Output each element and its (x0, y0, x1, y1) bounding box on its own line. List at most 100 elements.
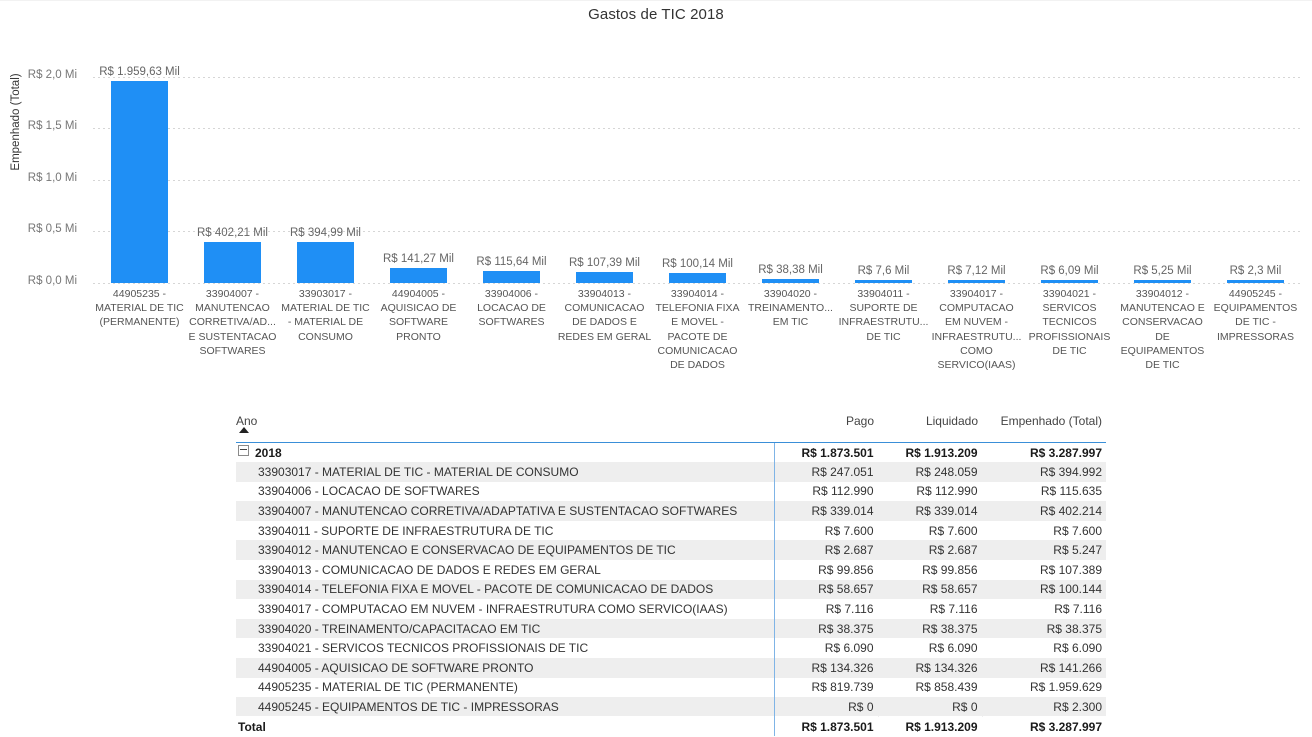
chart-bar[interactable] (576, 272, 634, 283)
table-row[interactable]: 33904021 - SERVICOS TECNICOS PROFISSIONA… (236, 638, 1106, 658)
data-table: Ano Pago Liquidado Empenhado (Total) 201… (236, 410, 1106, 736)
bar-slot: R$ 5,25 Mil (1134, 56, 1192, 283)
table-row-label: 44905235 - MATERIAL DE TIC (PERMANENTE) (236, 678, 774, 698)
x-axis-category-line: COMUNICACAO (645, 344, 750, 358)
table-row[interactable]: 33903017 - MATERIAL DE TIC - MATERIAL DE… (236, 462, 1106, 482)
column-header-liquidado[interactable]: Liquidado (878, 410, 982, 443)
chart-bar[interactable] (390, 268, 448, 283)
table-row[interactable]: 44905235 - MATERIAL DE TIC (PERMANENTE) R… (236, 678, 1106, 698)
chart-bar[interactable] (297, 242, 355, 283)
y-axis-tick-label: R$ 0,0 Mi (7, 275, 77, 287)
x-axis-category-line: DE TIC (1110, 358, 1215, 372)
table-row-empenhado: R$ 115.635 (982, 482, 1106, 502)
bar-value-label: R$ 107,39 Mil (558, 257, 652, 269)
table-row-label: 33904020 - TREINAMENTO/CAPACITACAO EM TI… (236, 619, 774, 639)
table-group-label: 2018 (255, 446, 282, 460)
bar-slot: R$ 38,38 Mil (762, 56, 820, 283)
table-row-label: 33904014 - TELEFONIA FIXA E MOVEL - PACO… (236, 580, 774, 600)
chart-bar[interactable] (762, 279, 820, 283)
chart-bar[interactable] (111, 81, 169, 283)
table-row-empenhado: R$ 6.090 (982, 638, 1106, 658)
table-group-pago: R$ 1.873.501 (774, 443, 878, 463)
column-header-ano[interactable]: Ano (236, 410, 774, 443)
matrix-table-visual[interactable]: Ano Pago Liquidado Empenhado (Total) 201… (236, 410, 1094, 735)
table-group-liquidado: R$ 1.913.209 (878, 443, 982, 463)
chart-title: Gastos de TIC 2018 (0, 6, 1312, 23)
table-row-liquidado: R$ 7.116 (878, 599, 982, 619)
x-axis-category-line: COMO (924, 344, 1029, 358)
x-axis-category-line: MATERIAL DE TIC (273, 301, 378, 315)
x-axis-category-line: REDES EM GERAL (552, 330, 657, 344)
x-axis-category-line: DE TIC - (1203, 315, 1308, 329)
x-axis-category-line: TELEFONIA FIXA (645, 301, 750, 315)
x-axis-category-line: SOFTWARE (366, 315, 471, 329)
table-row[interactable]: 33904012 - MANUTENCAO E CONSERVACAO DE E… (236, 540, 1106, 560)
x-axis-category-line: EQUIPAMENTOS (1110, 344, 1215, 358)
table-row[interactable]: 44905245 - EQUIPAMENTOS DE TIC - IMPRESS… (236, 697, 1106, 717)
bar-value-label: R$ 7,6 Mil (837, 265, 931, 277)
bar-value-label: R$ 7,12 Mil (930, 265, 1024, 277)
chart-bar[interactable] (1041, 280, 1099, 283)
collapse-icon[interactable] (238, 445, 249, 456)
bar-slot: R$ 107,39 Mil (576, 56, 634, 283)
x-axis-category-line: INFRAESTRUTU... (924, 330, 1029, 344)
x-axis-category-label: 33904006 -LOCACAO DESOFTWARES (459, 287, 564, 330)
x-axis-category-line: SERVICO(IAAS) (924, 358, 1029, 372)
chart-bar[interactable] (948, 280, 1006, 283)
table-row-empenhado: R$ 107.389 (982, 560, 1106, 580)
table-row[interactable]: 33904006 - LOCACAO DE SOFTWARESR$ 112.99… (236, 482, 1106, 502)
x-axis-category-line: - MATERIAL DE (273, 315, 378, 329)
table-row-pago: R$ 7.116 (774, 599, 878, 619)
table-row[interactable]: 33904017 - COMPUTACAO EM NUVEM - INFRAES… (236, 599, 1106, 619)
table-row-label: 33904013 - COMUNICACAO DE DADOS E REDES … (236, 560, 774, 580)
x-axis-category-line: 44905235 - (87, 287, 192, 301)
x-axis-category-line: DE (1110, 330, 1215, 344)
table-row-liquidado: R$ 112.990 (878, 482, 982, 502)
y-axis-tick-label: R$ 2,0 Mi (7, 69, 77, 81)
column-header-pago[interactable]: Pago (774, 410, 878, 443)
table-row-empenhado: R$ 2.300 (982, 697, 1106, 717)
chart-bar[interactable] (204, 242, 262, 284)
table-row[interactable]: 33904014 - TELEFONIA FIXA E MOVEL - PACO… (236, 580, 1106, 600)
table-row[interactable]: 33904020 - TREINAMENTO/CAPACITACAO EM TI… (236, 619, 1106, 639)
x-axis-category-line: CONSERVACAO (1110, 315, 1215, 329)
sort-ascending-icon[interactable] (239, 427, 249, 433)
table-row-label: 33904012 - MANUTENCAO E CONSERVACAO DE E… (236, 540, 774, 560)
table-row-label: 44904005 - AQUISICAO DE SOFTWARE PRONTO (236, 658, 774, 678)
bar-value-label: R$ 141,27 Mil (372, 253, 466, 265)
table-row[interactable]: 44904005 - AQUISICAO DE SOFTWARE PRONTOR… (236, 658, 1106, 678)
table-row-liquidado: R$ 858.439 (878, 678, 982, 698)
bar-value-label: R$ 5,25 Mil (1116, 265, 1210, 277)
x-axis-category-line: E MOVEL - (645, 315, 750, 329)
table-row-liquidado: R$ 38.375 (878, 619, 982, 639)
bar-value-label: R$ 6,09 Mil (1023, 265, 1117, 277)
x-axis-category-line: 33904014 - (645, 287, 750, 301)
bar-slot: R$ 115,64 Mil (483, 56, 541, 283)
table-row[interactable]: 33904013 - COMUNICACAO DE DADOS E REDES … (236, 560, 1106, 580)
table-group-row[interactable]: 2018R$ 1.873.501R$ 1.913.209R$ 3.287.997 (236, 443, 1106, 463)
table-row-label: 33904011 - SUPORTE DE INFRAESTRUTURA DE … (236, 521, 774, 541)
x-axis-category-line: TECNICOS (1017, 315, 1122, 329)
x-axis-category-line: PACOTE DE (645, 330, 750, 344)
bar-slot: R$ 402,21 Mil (204, 56, 262, 283)
table-total-liquidado: R$ 1.913.209 (878, 717, 982, 737)
table-row-pago: R$ 247.051 (774, 462, 878, 482)
chart-bar[interactable] (855, 280, 913, 283)
table-row[interactable]: 33904007 - MANUTENCAO CORRETIVA/ADAPTATI… (236, 501, 1106, 521)
x-axis-category-line: MANUTENCAO (180, 301, 285, 315)
table-group-label-cell: 2018 (236, 443, 774, 463)
table-row-liquidado: R$ 0 (878, 697, 982, 717)
chart-bar[interactable] (669, 273, 727, 283)
table-row[interactable]: 33904011 - SUPORTE DE INFRAESTRUTURA DE … (236, 521, 1106, 541)
x-axis-category-line: SOFTWARES (180, 344, 285, 358)
chart-bar[interactable] (1227, 280, 1285, 283)
bar-chart-visual[interactable]: Gastos de TIC 2018 Empenhado (Total) R$ … (0, 0, 1312, 398)
chart-bar[interactable] (483, 271, 541, 283)
bar-value-label: R$ 394,99 Mil (279, 227, 373, 239)
x-axis-category-line: DE DADOS E (552, 315, 657, 329)
chart-bar[interactable] (1134, 280, 1192, 283)
bar-value-label: R$ 1.959,63 Mil (93, 66, 187, 78)
x-axis-category-line: MANUTENCAO E (1110, 301, 1215, 315)
column-header-empenhado[interactable]: Empenhado (Total) (982, 410, 1106, 443)
x-axis-category-line: 33904006 - (459, 287, 564, 301)
